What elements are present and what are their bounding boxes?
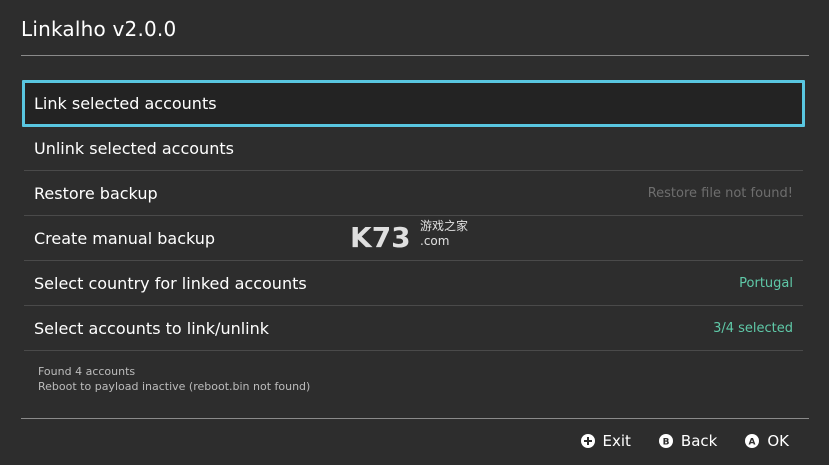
- menu-item-label: Create manual backup: [34, 228, 216, 248]
- back-hint[interactable]: B Back: [658, 432, 718, 450]
- menu-item-label: Select accounts to link/unlink: [34, 318, 270, 338]
- menu-item-label: Unlink selected accounts: [34, 138, 234, 158]
- app-window: Linkalho v2.0.0 Link selected accounts U…: [0, 0, 829, 465]
- menu-item-create-backup[interactable]: Create manual backup: [24, 216, 803, 261]
- menu-item-select-accounts[interactable]: Select accounts to link/unlink 3/4 selec…: [24, 306, 803, 351]
- menu-item-select-country[interactable]: Select country for linked accounts Portu…: [24, 261, 803, 306]
- selected-count-value: 3/4 selected: [713, 320, 793, 336]
- menu-item-label: Select country for linked accounts: [34, 273, 307, 293]
- info-panel: Found 4 accounts Reboot to payload inact…: [38, 364, 310, 394]
- header-divider: [21, 55, 809, 56]
- restore-status-value: Restore file not found!: [647, 185, 793, 201]
- menu-item-link-accounts[interactable]: Link selected accounts: [22, 80, 805, 127]
- main-menu: Link selected accounts Unlink selected a…: [22, 80, 805, 351]
- menu-item-restore-backup[interactable]: Restore backup Restore file not found!: [24, 171, 803, 216]
- country-value: Portugal: [739, 275, 793, 291]
- a-button-icon: A: [745, 434, 760, 448]
- svg-text:B: B: [662, 438, 669, 448]
- app-title: Linkalho v2.0.0: [21, 17, 177, 41]
- ok-label: OK: [767, 432, 789, 450]
- plus-button-icon: [580, 434, 595, 448]
- ok-hint[interactable]: A OK: [745, 432, 789, 450]
- menu-item-unlink-accounts[interactable]: Unlink selected accounts: [24, 126, 803, 171]
- reboot-status-text: Reboot to payload inactive (reboot.bin n…: [38, 380, 311, 393]
- back-label: Back: [680, 432, 718, 450]
- footer-divider: [21, 418, 809, 419]
- button-hints: Exit B Back A OK: [580, 432, 789, 450]
- menu-item-label: Link selected accounts: [34, 94, 217, 113]
- b-button-icon: B: [658, 434, 673, 448]
- accounts-found-text: Found 4 accounts: [38, 365, 136, 378]
- exit-label: Exit: [602, 432, 631, 450]
- exit-hint[interactable]: Exit: [580, 432, 631, 450]
- menu-item-label: Restore backup: [34, 183, 158, 203]
- svg-text:A: A: [749, 438, 756, 448]
